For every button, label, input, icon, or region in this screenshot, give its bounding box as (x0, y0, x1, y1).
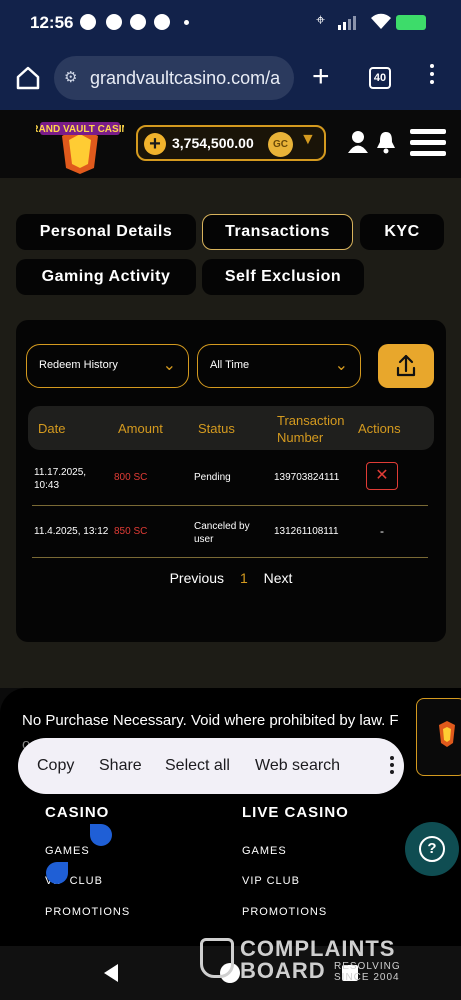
row-transaction-number: 139703824111 (274, 472, 340, 483)
upload-icon (396, 354, 416, 377)
back-icon[interactable] (102, 963, 120, 983)
footer-link-promotions[interactable]: PROMOTIONS (45, 906, 130, 918)
cancel-transaction-button[interactable]: ✕ (366, 462, 398, 490)
home-icon[interactable] (14, 64, 42, 92)
period-value: All Time (210, 359, 250, 371)
row-status: Canceled by user (194, 521, 250, 545)
history-type-select[interactable]: Redeem History ⌄ (26, 344, 189, 388)
next-page-link[interactable]: Next (264, 570, 293, 586)
row-status: Pending (194, 472, 231, 483)
watermark-tag-2: SINCE 2004 (334, 972, 400, 983)
watermark-line-2: BOARD (240, 958, 326, 983)
signal-icon (338, 16, 356, 30)
help-button[interactable]: ? (405, 822, 459, 876)
browser-menu-icon[interactable] (428, 64, 436, 88)
address-bar[interactable]: ⚙ grandvaultcasino.com/a (54, 56, 294, 100)
complaints-board-watermark: COMPLAINTS BOARD RESOLVING SINCE 2004 (200, 936, 415, 986)
chat-notification-icon (80, 14, 96, 30)
chevron-down-icon: ⌄ (334, 357, 348, 374)
transactions-card: Redeem History ⌄ All Time ⌄ Date Amount … (16, 320, 446, 642)
watermark-tag-1: RESOLVING (334, 961, 401, 972)
header-actions: Actions (358, 421, 401, 436)
browser-toolbar: ⚙ grandvaultcasino.com/a + 40 (0, 48, 461, 110)
footer-link-live-vip-club[interactable]: VIP CLUB (242, 875, 300, 887)
row-amount: 850 SC (114, 526, 148, 537)
disclaimer-text: No Purchase Necessary. Void where prohib… (22, 712, 399, 729)
footer-link-live-games[interactable]: GAMES (242, 845, 287, 857)
row-date: 11.4.2025, 13:12 (34, 526, 109, 537)
user-icon[interactable] (347, 130, 369, 154)
messenger-notification-icon (106, 14, 122, 30)
select-all-button[interactable]: Select all (165, 757, 230, 775)
promo-badge-icon (439, 721, 455, 747)
selection-handle-end[interactable] (46, 862, 68, 884)
header-date: Date (38, 421, 66, 436)
selection-handle-start[interactable] (90, 824, 112, 846)
web-search-button[interactable]: Web search (255, 757, 340, 775)
battery-icon (396, 15, 426, 30)
tab-self-exclusion[interactable]: Self Exclusion (202, 259, 364, 295)
shield-icon (200, 938, 234, 978)
promo-side-tab[interactable] (416, 698, 461, 776)
site-settings-icon[interactable]: ⚙ (64, 56, 77, 100)
balance-amount: 3,754,500.00 (172, 135, 254, 151)
copy-button[interactable]: Copy (37, 757, 74, 775)
history-type-value: Redeem History (39, 359, 118, 371)
previous-page-link[interactable]: Previous (170, 570, 224, 586)
account-content: Personal Details Transactions KYC Gaming… (0, 178, 461, 688)
balance-widget[interactable]: + 3,754,500.00 GC ▼ (136, 125, 326, 161)
row-transaction-number: 131261108111 (274, 526, 339, 537)
logo-text: GRAND VAULT CASINO (36, 124, 124, 135)
wifi-icon (371, 13, 391, 29)
watermark-tagline: RESOLVING SINCE 2004 (334, 961, 401, 983)
hamburger-menu-icon[interactable] (410, 129, 446, 162)
tab-kyc[interactable]: KYC (360, 214, 444, 250)
more-notifications-dot (184, 20, 189, 25)
site-header: GRAND VAULT CASINO + 3,754,500.00 GC ▼ (0, 110, 461, 178)
text-selection-menu: Copy Share Select all Web search (18, 738, 404, 794)
status-bar: 12:56 ⌖ (0, 0, 461, 48)
grand-vault-logo[interactable]: GRAND VAULT CASINO (36, 116, 124, 176)
table-header: Date Amount Status Transaction Number Ac… (28, 406, 434, 450)
gold-coin-icon: GC (268, 132, 293, 157)
header-transaction-number: Transaction Number (277, 413, 345, 445)
chevron-down-icon[interactable]: ▼ (300, 131, 316, 149)
tab-transactions[interactable]: Transactions (202, 214, 353, 250)
header-amount: Amount (118, 421, 163, 436)
live-casino-heading: LIVE CASINO (242, 804, 349, 821)
footer-link-live-promotions[interactable]: PROMOTIONS (242, 906, 327, 918)
header-status: Status (198, 421, 235, 436)
message-notification-icon (154, 14, 170, 30)
tab-switcher-button[interactable]: 40 (369, 67, 391, 89)
add-funds-plus-icon[interactable]: + (144, 133, 166, 155)
messenger-notification-icon-2 (130, 14, 146, 30)
row-amount: 800 SC (114, 472, 148, 483)
pagination: Previous 1 Next (16, 570, 446, 586)
share-button[interactable]: Share (99, 757, 142, 775)
table-row: 11.17.2025, 10:43 800 SC Pending 1397038… (32, 454, 428, 506)
status-time: 12:56 (30, 13, 74, 32)
bell-icon[interactable] (376, 130, 396, 154)
question-icon: ? (419, 836, 445, 862)
new-tab-icon[interactable]: + (312, 60, 330, 94)
url-text: grandvaultcasino.com/a (90, 68, 281, 88)
site-footer: No Purchase Necessary. Void where prohib… (0, 688, 461, 946)
export-button[interactable] (378, 344, 434, 388)
row-action-none: - (380, 524, 384, 538)
period-select[interactable]: All Time ⌄ (197, 344, 361, 388)
tab-gaming-activity[interactable]: Gaming Activity (16, 259, 196, 295)
location-icon: ⌖ (316, 12, 326, 29)
footer-link-games[interactable]: GAMES (45, 845, 90, 857)
casino-heading: CASINO (45, 804, 110, 821)
more-options-icon[interactable] (390, 756, 396, 777)
row-date: 11.17.2025, 10:43 (34, 467, 87, 491)
chevron-down-icon: ⌄ (162, 357, 176, 374)
tab-personal-details[interactable]: Personal Details (16, 214, 196, 250)
table-row: 11.4.2025, 13:12 850 SC Canceled by user… (32, 506, 428, 558)
current-page[interactable]: 1 (240, 570, 248, 586)
